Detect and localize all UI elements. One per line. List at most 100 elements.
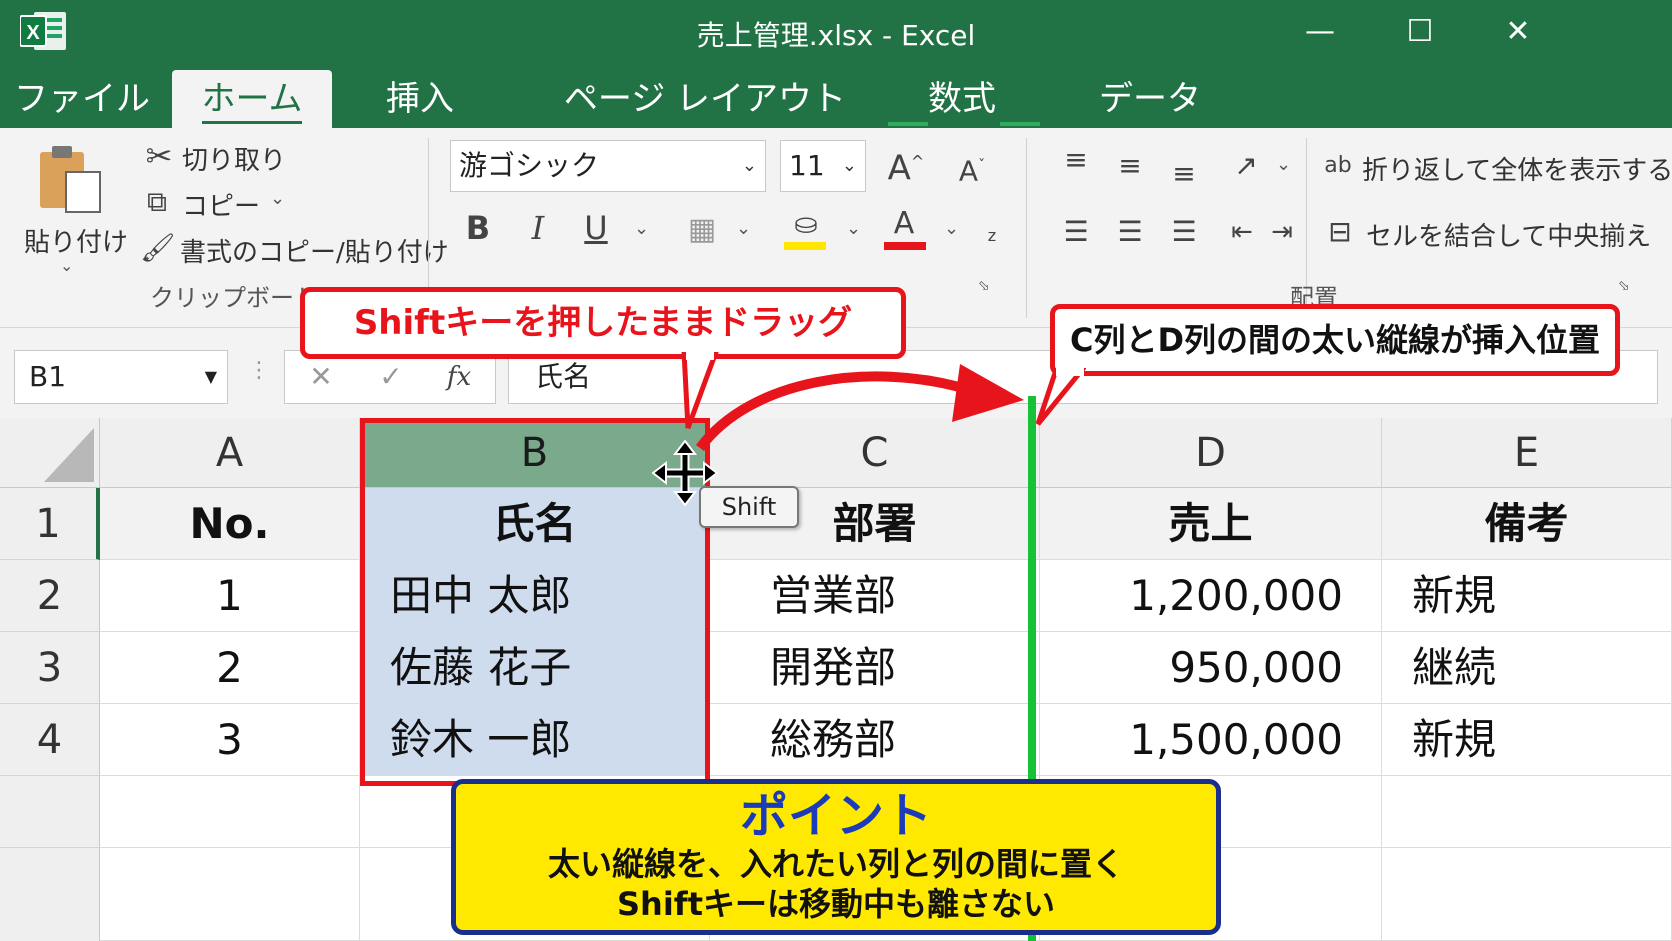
callout-pointer-icon — [681, 352, 719, 429]
column-header-d[interactable]: D — [1040, 418, 1382, 488]
cell-e2[interactable]: 新規 — [1382, 560, 1672, 632]
cell-a1[interactable]: No. — [100, 488, 360, 560]
fill-color-button[interactable]: ⛀ — [782, 208, 830, 252]
row-header-1[interactable]: 1 — [0, 488, 100, 560]
row-header-empty[interactable] — [0, 776, 100, 848]
maximize-button[interactable]: ☐ — [1390, 12, 1450, 52]
wrap-text-button[interactable]: 折り返して全体を表示する — [1362, 150, 1672, 187]
merge-dropdown-icon[interactable]: ⌄ — [1628, 218, 1643, 239]
font-dialog-launcher-icon[interactable]: ⬂ — [978, 278, 990, 294]
cell-a3[interactable]: 2 — [100, 632, 360, 704]
cell-c4[interactable]: 総務部 — [710, 704, 1040, 776]
align-center-icon[interactable]: ☰ — [1110, 216, 1150, 248]
empty-cell[interactable] — [1382, 848, 1672, 941]
row-header-empty[interactable] — [0, 848, 100, 941]
tab-formulas[interactable]: 数式 — [912, 70, 1012, 128]
merge-center-button[interactable]: セルを結合して中央揃え — [1366, 216, 1651, 253]
align-bottom-icon[interactable]: ≡ — [1164, 158, 1204, 190]
cell-c2[interactable]: 営業部 — [710, 560, 1040, 632]
font-name-select[interactable]: 游ゴシック ⌄ — [450, 140, 766, 192]
decrease-font-button[interactable]: Aˇ — [950, 150, 994, 187]
tab-file[interactable]: ファイル — [14, 70, 150, 128]
formula-bar-grip-icon: ⋮ — [248, 358, 270, 383]
underline-dropdown-icon[interactable]: ⌄ — [634, 218, 649, 239]
tab-insert[interactable]: 挿入 — [370, 70, 470, 128]
cell-a2[interactable]: 1 — [100, 560, 360, 632]
row-header-4[interactable]: 4 — [0, 704, 100, 776]
increase-font-icon: A — [887, 148, 911, 189]
cut-button[interactable]: 切り取り — [182, 140, 286, 177]
align-top-icon[interactable]: ≡ — [1056, 144, 1096, 176]
format-painter-button[interactable]: 書式のコピー/貼り付け — [180, 232, 449, 269]
drag-instruction-callout: Shiftキーを押したままドラッグ — [300, 287, 906, 359]
cell-e3[interactable]: 継続 — [1382, 632, 1672, 704]
tab-home-label: ホーム — [201, 79, 303, 124]
copy-button[interactable]: コピー — [182, 186, 260, 223]
tab-home[interactable]: ホーム — [172, 70, 332, 128]
cell-e1[interactable]: 備考 — [1382, 488, 1672, 560]
fill-color-dropdown-icon[interactable]: ⌄ — [846, 218, 861, 239]
chevron-down-icon: ▼ — [204, 367, 217, 386]
column-header-e[interactable]: E — [1382, 418, 1672, 488]
empty-cell[interactable] — [100, 848, 360, 941]
align-left-icon[interactable]: ☰ — [1056, 216, 1096, 248]
close-button[interactable]: ✕ — [1488, 12, 1548, 52]
name-box[interactable]: B1 ▼ — [14, 350, 228, 404]
enter-icon[interactable]: ✓ — [371, 361, 411, 393]
underline-button[interactable]: U — [578, 212, 614, 244]
orientation-icon[interactable]: ↗ — [1226, 150, 1266, 182]
paint-bucket-icon: ⛀ — [794, 207, 818, 240]
font-name-value: 游ゴシック — [459, 149, 600, 182]
row-header-3[interactable]: 3 — [0, 632, 100, 704]
alignment-dialog-launcher-icon[interactable]: ⬂ — [1618, 278, 1630, 294]
increase-indent-icon[interactable]: ⇥ — [1264, 216, 1300, 248]
copy-icon: ⧉ — [147, 185, 167, 218]
paste-button[interactable]: 貼り付け ⌄ — [20, 142, 128, 292]
font-color-button[interactable]: A — [882, 208, 928, 252]
cancel-icon[interactable]: ✕ — [301, 361, 341, 393]
cell-a4[interactable]: 3 — [100, 704, 360, 776]
align-middle-icon[interactable]: ≡ — [1110, 150, 1150, 182]
cell-d3[interactable]: 950,000 — [1040, 632, 1382, 704]
clipboard-group-label: クリップボード — [150, 284, 318, 312]
tab-page-layout[interactable]: ページ レイアウト — [560, 70, 850, 128]
callout-pointer-icon — [1036, 368, 1086, 426]
point-line-2: Shiftキーは移動中も離さない — [616, 885, 1056, 923]
shift-key-label: Shift — [699, 486, 799, 528]
empty-cell[interactable] — [100, 776, 360, 848]
column-header-a[interactable]: A — [100, 418, 360, 488]
font-color-dropdown-icon[interactable]: ⌄ — [944, 218, 959, 239]
tab-accent — [1000, 122, 1040, 126]
decrease-indent-icon[interactable]: ⇤ — [1224, 216, 1260, 248]
cell-c3[interactable]: 開発部 — [710, 632, 1040, 704]
phonetic-icon[interactable]: z — [982, 220, 1002, 252]
bold-button[interactable]: B — [460, 212, 496, 244]
merge-center-icon: ⊟ — [1328, 215, 1352, 248]
select-all-button[interactable] — [0, 418, 100, 488]
italic-button[interactable]: I — [520, 212, 556, 244]
cell-d2[interactable]: 1,200,000 — [1040, 560, 1382, 632]
ribbon-tabs: ファイル ホーム 挿入 ページ レイアウト 数式 データ — [0, 62, 1672, 128]
cell-e4[interactable]: 新規 — [1382, 704, 1672, 776]
borders-dropdown-icon[interactable]: ⌄ — [736, 218, 751, 239]
fill-color-swatch — [784, 242, 826, 250]
copy-dropdown-icon[interactable]: ⌄ — [270, 188, 285, 209]
paste-dropdown-icon: ⌄ — [60, 256, 74, 275]
insert-function-icon[interactable]: fx — [437, 361, 481, 393]
font-color-swatch — [884, 242, 926, 250]
orientation-dropdown-icon[interactable]: ⌄ — [1276, 154, 1291, 175]
empty-cell[interactable] — [1382, 776, 1672, 848]
cell-d1[interactable]: 売上 — [1040, 488, 1382, 560]
row-header-2[interactable]: 2 — [0, 560, 100, 632]
tab-data[interactable]: データ — [1080, 70, 1220, 128]
wrap-text-icon: ab — [1324, 153, 1352, 178]
borders-icon[interactable]: ▦ — [682, 214, 722, 246]
point-title: ポイント — [739, 788, 932, 844]
point-tip-box: ポイント 太い縦線を、入れたい列と列の間に置く Shiftキーは移動中も離さない — [451, 779, 1221, 935]
increase-font-button[interactable]: A^ — [884, 146, 928, 185]
tab-accent — [888, 122, 928, 126]
align-right-icon[interactable]: ☰ — [1164, 216, 1204, 248]
cell-d4[interactable]: 1,500,000 — [1040, 704, 1382, 776]
font-size-select[interactable]: 11 ⌄ — [780, 140, 866, 192]
minimize-button[interactable]: — — [1290, 12, 1350, 52]
